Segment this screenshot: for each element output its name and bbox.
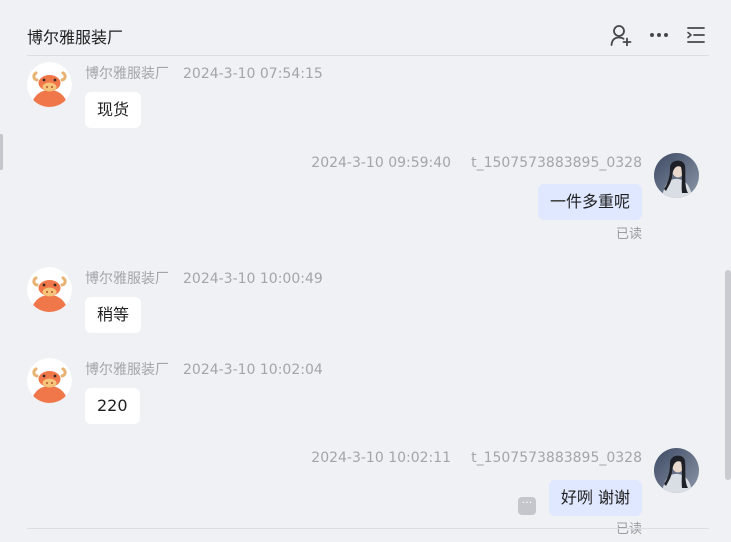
sender-name: t_1507573883895_0328 [471, 155, 642, 171]
bull-avatar-icon [27, 267, 72, 312]
avatar[interactable] [27, 62, 72, 107]
message-meta: 博尔雅服装厂 2024-3-10 10:00:49 [85, 268, 323, 288]
message-time: 2024-3-10 10:00:49 [183, 271, 323, 287]
chat-window: 博尔雅服装厂 博尔雅服装厂 2024-3-10 07:54:15 现货 2024… [0, 0, 731, 542]
message-time: 2024-3-10 07:54:15 [183, 66, 323, 82]
sender-name: 博尔雅服装厂 [85, 271, 169, 287]
message-meta: 博尔雅服装厂 2024-3-10 10:02:04 [85, 359, 323, 379]
message-time: 2024-3-10 09:59:40 [311, 155, 452, 171]
read-status: 已读 [615, 227, 642, 242]
message-bubble[interactable]: 稍等 [85, 297, 142, 333]
message-time: 2024-3-10 10:02:11 [311, 450, 452, 466]
sender-name: 博尔雅服装厂 [85, 66, 169, 82]
scrollbar-thumb[interactable] [725, 270, 731, 480]
input-divider [27, 528, 709, 529]
sender-name: 博尔雅服装厂 [85, 362, 169, 378]
add-person-icon[interactable] [610, 24, 632, 46]
menu-list-icon[interactable] [685, 24, 707, 46]
avatar[interactable] [27, 358, 72, 403]
message-time: 2024-3-10 10:02:04 [183, 362, 323, 378]
message-meta: 2024-3-10 10:02:11 t_1507573883895_0328 [311, 450, 642, 466]
more-dots-icon[interactable] [648, 24, 670, 46]
message-bubble[interactable]: 220 [85, 388, 140, 424]
user-photo-avatar [654, 153, 699, 198]
message-bubble[interactable]: 一件多重呢 [537, 184, 642, 220]
bull-avatar-icon [27, 358, 72, 403]
message-meta: 博尔雅服装厂 2024-3-10 07:54:15 [85, 63, 323, 83]
message-bubble[interactable]: 现货 [85, 92, 142, 128]
chat-header: 博尔雅服装厂 [27, 0, 709, 56]
user-photo-avatar [654, 448, 699, 493]
avatar[interactable] [654, 448, 699, 493]
avatar[interactable] [27, 267, 72, 312]
chat-title: 博尔雅服装厂 [27, 28, 124, 47]
message-bubble[interactable]: 好咧 谢谢 [548, 480, 642, 516]
message-meta: 2024-3-10 09:59:40 t_1507573883895_0328 [311, 155, 642, 171]
avatar[interactable] [654, 153, 699, 198]
sender-name: t_1507573883895_0328 [471, 450, 642, 466]
message-more-icon[interactable]: ··· [518, 497, 536, 515]
bull-avatar-icon [27, 62, 72, 107]
side-panel-handle[interactable] [0, 134, 3, 170]
